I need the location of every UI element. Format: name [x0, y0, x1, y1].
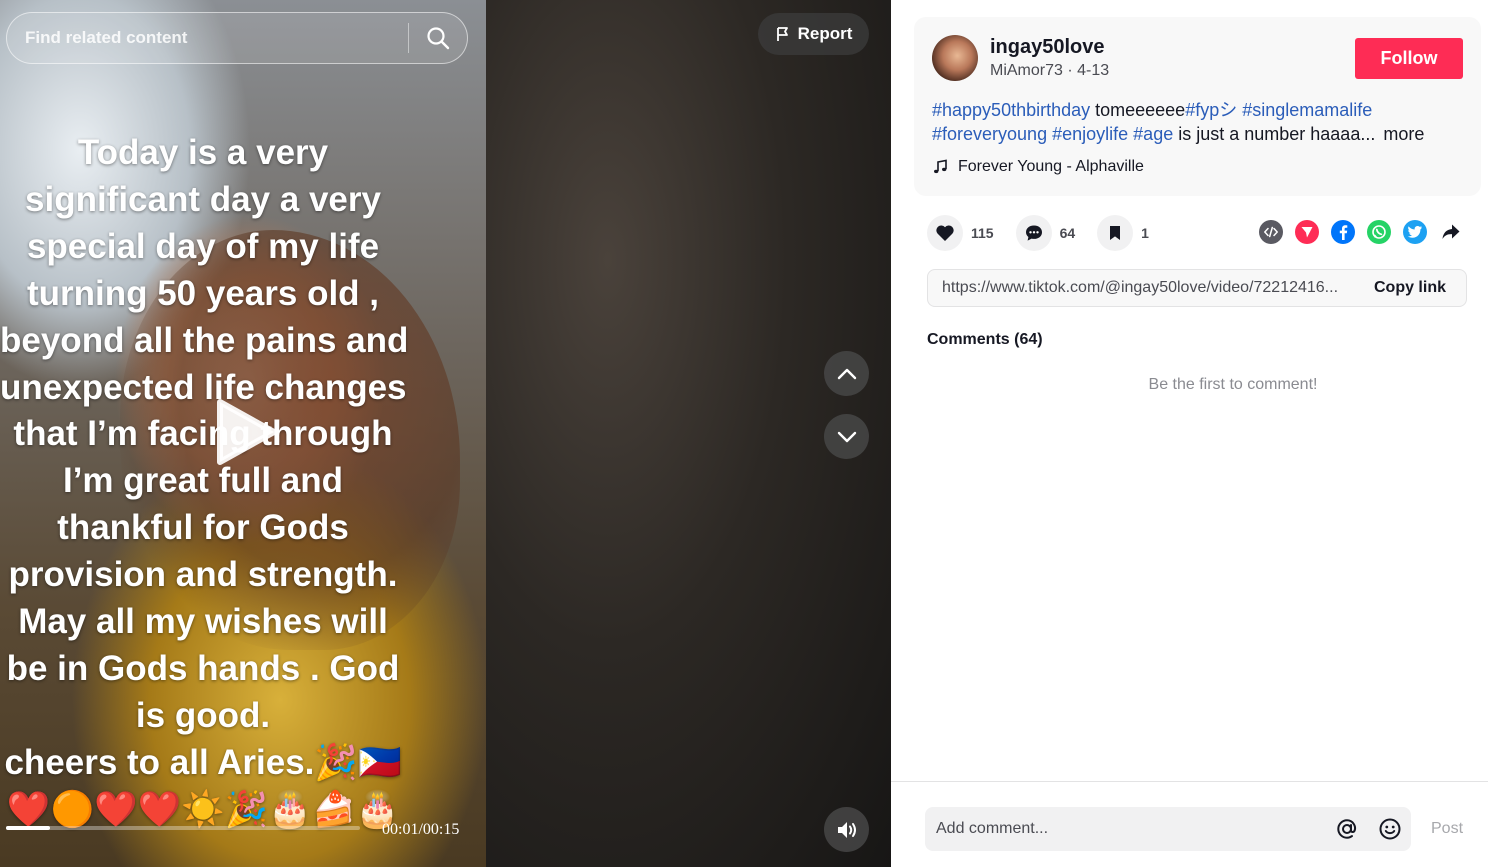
save-icon-wrap	[1097, 215, 1134, 251]
search-input[interactable]: Find related content	[7, 28, 408, 48]
overlay-text-line: cheers to all Aries.🎉🇵🇭	[4, 742, 402, 782]
share-row	[1259, 220, 1463, 244]
comments-empty-message: Be the first to comment!	[1148, 376, 1318, 393]
like-count: 115	[971, 225, 994, 241]
hashtag-link[interactable]: #fypシ	[1185, 100, 1237, 120]
video-link-url[interactable]: https://www.tiktok.com/@ingay50love/vide…	[928, 279, 1354, 297]
overlay-text-line: thankful for Gods	[57, 508, 349, 548]
facebook-icon	[1339, 225, 1348, 240]
overlay-text-line: be in Gods hands . God	[6, 648, 400, 688]
facebook-button[interactable]	[1331, 220, 1355, 244]
overlay-text-line: turning 50 years old ,	[26, 273, 380, 313]
bookmark-icon	[1110, 226, 1121, 240]
like-icon-wrap	[927, 215, 963, 251]
hashtag-link[interactable]: #enjoylife	[1052, 124, 1128, 144]
chevron-down-icon	[837, 431, 856, 442]
video-time: 00:01/00:15	[382, 821, 460, 838]
link-box: https://www.tiktok.com/@ingay50love/vide…	[927, 269, 1467, 307]
caption-more-button[interactable]: more	[1383, 124, 1424, 144]
comment-button[interactable]: 64	[1015, 215, 1076, 251]
previous-video-button[interactable]	[824, 351, 869, 396]
report-button[interactable]: Report	[758, 13, 869, 55]
hashtag-link[interactable]: #singlemamalife	[1242, 100, 1372, 120]
music-note-icon	[934, 159, 947, 174]
overlay-text-line: May all my wishes will	[18, 602, 388, 642]
at-sign-icon	[1336, 819, 1356, 839]
twitter-icon	[1407, 225, 1422, 238]
comment-input[interactable]: Add comment...	[925, 807, 1411, 851]
share-arrow-icon	[1442, 224, 1460, 239]
send-button[interactable]	[1295, 220, 1319, 244]
avatar[interactable]	[932, 35, 978, 81]
like-button[interactable]: 115	[927, 215, 994, 251]
flag-icon	[776, 27, 788, 41]
overlay-text-line: special day of my life	[26, 226, 380, 266]
chevron-up-icon	[837, 368, 856, 379]
search-button[interactable]	[409, 12, 467, 64]
music-link[interactable]: Forever Young - Alphaville	[932, 158, 1144, 176]
search-icon	[427, 27, 450, 50]
whatsapp-button[interactable]	[1367, 220, 1391, 244]
hashtag-link[interactable]: #happy50thbirthday	[932, 100, 1090, 120]
author-nickname: MiAmor73	[990, 62, 1063, 79]
overlay-text-line: Today is a very	[77, 133, 329, 172]
report-label: Report	[797, 24, 853, 43]
author-subline: MiAmor73 · 4-13	[990, 62, 1109, 80]
more-share-button[interactable]	[1439, 220, 1463, 244]
send-icon	[1301, 227, 1313, 238]
comment-composer: Add comment... Post	[891, 781, 1488, 867]
author-info-card: ingay50love MiAmor73 · 4-13 Follow #happ…	[914, 17, 1481, 196]
comment-icon-wrap	[1015, 215, 1052, 251]
overlay-text-line: that I’m facing through	[13, 414, 393, 454]
embed-button[interactable]	[1259, 220, 1283, 244]
music-title: Forever Young - Alphaville	[958, 158, 1144, 175]
comment-input-placeholder: Add comment...	[936, 820, 1049, 837]
save-count: 1	[1141, 225, 1149, 241]
search-bar[interactable]: Find related content	[6, 12, 468, 64]
author-username[interactable]: ingay50love	[990, 36, 1105, 59]
overlay-text-line: provision and strength.	[8, 555, 398, 595]
progress-bar[interactable]	[6, 826, 360, 830]
engagement-bar: 115 64 1	[927, 215, 1171, 251]
comment-bubble-icon	[1025, 225, 1042, 241]
overlay-text-line: unexpected life changes	[0, 367, 407, 407]
overlay-text-line: beyond all the pains and	[0, 320, 409, 360]
video-caption: #happy50thbirthday tomeeeeee#fypシ #singl…	[932, 98, 1472, 146]
video-area: Today is a very significant day a very spe…	[0, 0, 891, 867]
caption-text: tomeeeeee	[1090, 100, 1186, 120]
video-player[interactable]: Today is a very significant day a very spe…	[0, 0, 486, 867]
comments-title: Comments (64)	[927, 331, 1043, 348]
volume-button[interactable]	[824, 807, 869, 852]
video-text-overlay: Today is a very significant day a very spe…	[0, 130, 409, 834]
details-panel: ingay50love MiAmor73 · 4-13 Follow #happ…	[891, 0, 1488, 867]
comment-count: 64	[1059, 225, 1076, 241]
progress-fill	[6, 826, 51, 830]
volume-icon	[837, 821, 856, 838]
whatsapp-icon	[1372, 225, 1386, 239]
copy-link-button[interactable]: Copy link	[1354, 279, 1466, 297]
emoji-button[interactable]	[1368, 807, 1411, 851]
overlay-text-line: is good.	[135, 695, 271, 735]
subline-separator: ·	[1067, 62, 1078, 79]
hashtag-link[interactable]: #age	[1133, 124, 1173, 144]
caption-text: is just a number haaaa...	[1173, 124, 1376, 144]
emoji-icon	[1379, 818, 1400, 840]
hashtag-link[interactable]: #foreveryoung	[932, 124, 1047, 144]
save-button[interactable]: 1	[1097, 215, 1149, 251]
overlay-text-line: I’m great full and	[62, 461, 344, 501]
embed-icon	[1264, 226, 1278, 238]
twitter-button[interactable]	[1403, 220, 1427, 244]
heart-icon	[936, 225, 954, 241]
next-video-button[interactable]	[824, 414, 869, 459]
play-icon[interactable]	[212, 398, 278, 466]
post-button[interactable]: Post	[1431, 820, 1463, 838]
overlay-text-line: significant day a very	[25, 179, 381, 219]
mention-button[interactable]	[1325, 807, 1368, 851]
post-date: 4-13	[1077, 62, 1110, 79]
follow-button[interactable]: Follow	[1355, 38, 1463, 79]
